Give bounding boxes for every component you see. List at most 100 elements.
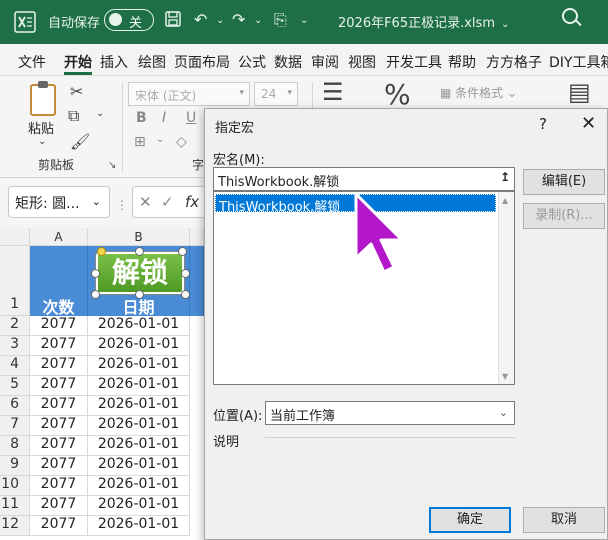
bold-icon[interactable]: B bbox=[136, 110, 147, 126]
conditional-format-button[interactable]: ▦ 条件格式 ⌄ bbox=[440, 84, 517, 101]
row-header[interactable]: 8 bbox=[0, 436, 30, 456]
resize-handle[interactable] bbox=[181, 290, 190, 299]
tab-diy-toolbox[interactable]: DIY工具箱 bbox=[549, 52, 608, 72]
save-icon[interactable] bbox=[164, 10, 182, 28]
cell-date[interactable]: 2026-01-01 bbox=[88, 496, 190, 516]
column-header-b[interactable]: B bbox=[88, 228, 190, 246]
cell-date[interactable]: 2026-01-01 bbox=[88, 356, 190, 376]
customize-qat-icon[interactable]: ⌄ bbox=[300, 15, 308, 26]
cut-icon[interactable]: ✂ bbox=[70, 82, 83, 101]
undo-icon[interactable]: ↶ bbox=[194, 10, 207, 29]
row-header[interactable]: 7 bbox=[0, 416, 30, 436]
align-icon[interactable]: ☰ bbox=[322, 78, 344, 106]
tab-developer[interactable]: 开发工具 bbox=[386, 52, 442, 72]
cell-date[interactable]: 2026-01-01 bbox=[88, 316, 190, 336]
header-cell-c[interactable] bbox=[190, 246, 204, 316]
font-size-select[interactable]: 24 ▾ bbox=[254, 82, 298, 106]
cell-date[interactable]: 2026-01-01 bbox=[88, 436, 190, 456]
tab-help[interactable]: 帮助 bbox=[448, 52, 476, 72]
cancel-button[interactable]: 取消 bbox=[523, 507, 605, 533]
resize-handle[interactable] bbox=[91, 269, 100, 278]
percent-icon[interactable]: % bbox=[384, 78, 411, 111]
tab-file[interactable]: 文件 bbox=[18, 52, 46, 72]
fill-color-icon[interactable]: ◇ bbox=[176, 134, 187, 150]
dialog-launcher-icon[interactable]: ↘ bbox=[108, 160, 116, 171]
tab-data[interactable]: 数据 bbox=[274, 52, 302, 72]
autosave-toggle[interactable]: 关 bbox=[104, 9, 154, 31]
row-header[interactable]: 12 bbox=[0, 516, 30, 536]
cell-count[interactable]: 2077 bbox=[30, 336, 88, 356]
row-header[interactable]: 4 bbox=[0, 356, 30, 376]
cell-count[interactable]: 2077 bbox=[30, 516, 88, 536]
border-icon[interactable]: ⊞ bbox=[134, 134, 146, 150]
copy-dropdown-icon[interactable]: ⌄ bbox=[96, 108, 104, 119]
cell-count[interactable]: 2077 bbox=[30, 416, 88, 436]
cancel-icon[interactable]: ✕ bbox=[139, 193, 152, 211]
resize-handle[interactable] bbox=[181, 269, 190, 278]
cell-count[interactable]: 2077 bbox=[30, 356, 88, 376]
rotate-handle[interactable] bbox=[97, 247, 106, 256]
scrollbar[interactable]: ▲ ▼ bbox=[498, 192, 514, 384]
italic-icon[interactable]: I bbox=[162, 110, 166, 126]
copy-icon[interactable]: ⧉ bbox=[68, 106, 79, 126]
unlock-shape-button[interactable]: 解锁 bbox=[96, 252, 184, 294]
row-header[interactable]: 6 bbox=[0, 396, 30, 416]
cell-count[interactable]: 2077 bbox=[30, 396, 88, 416]
tab-review[interactable]: 审阅 bbox=[311, 52, 339, 72]
paste-button[interactable]: 粘贴 bbox=[28, 118, 54, 137]
location-select[interactable]: 当前工作簿 ⌄ bbox=[265, 401, 515, 425]
row-header[interactable]: 2 bbox=[0, 316, 30, 336]
ok-button[interactable]: 确定 bbox=[429, 507, 511, 533]
collapse-arrow-icon[interactable]: ↥ bbox=[500, 170, 510, 184]
redo-icon[interactable]: ↷ bbox=[232, 10, 245, 29]
touch-mode-icon[interactable]: ⎘ bbox=[274, 10, 287, 30]
select-all-corner[interactable] bbox=[0, 228, 30, 246]
cell-date[interactable]: 2026-01-01 bbox=[88, 396, 190, 416]
underline-icon[interactable]: U bbox=[186, 110, 196, 126]
record-button[interactable]: 录制(R)... bbox=[523, 203, 605, 229]
row-header[interactable]: 10 bbox=[0, 476, 30, 496]
cell-count[interactable]: 2077 bbox=[30, 436, 88, 456]
tab-draw[interactable]: 绘图 bbox=[138, 52, 166, 72]
cell-date[interactable]: 2026-01-01 bbox=[88, 416, 190, 436]
font-name-select[interactable]: 宋体 (正文) ▾ bbox=[128, 82, 250, 106]
row-header[interactable]: 9 bbox=[0, 456, 30, 476]
tab-view[interactable]: 视图 bbox=[348, 52, 376, 72]
cell-count[interactable]: 2077 bbox=[30, 456, 88, 476]
file-name[interactable]: 2026年F65正极记录.xlsm ⌄ bbox=[338, 12, 509, 31]
column-header-c[interactable] bbox=[190, 228, 204, 246]
resize-handle[interactable] bbox=[178, 247, 187, 256]
search-icon[interactable] bbox=[562, 8, 578, 24]
resize-handle[interactable] bbox=[91, 290, 100, 299]
cell-date[interactable]: 2026-01-01 bbox=[88, 516, 190, 536]
scroll-up-icon[interactable]: ▲ bbox=[502, 196, 508, 205]
chevron-down-icon[interactable]: ⌄ bbox=[38, 136, 46, 147]
column-header-a[interactable]: A bbox=[30, 228, 88, 246]
row-header[interactable]: 5 bbox=[0, 376, 30, 396]
tab-home[interactable]: 开始 bbox=[64, 52, 92, 75]
format-painter-icon[interactable]: 🖌 bbox=[70, 132, 90, 151]
cell-count[interactable]: 2077 bbox=[30, 496, 88, 516]
enter-icon[interactable]: ✓ bbox=[161, 193, 174, 211]
cell-count[interactable]: 2077 bbox=[30, 316, 88, 336]
help-icon[interactable]: ? bbox=[539, 115, 547, 133]
insert-function-icon[interactable]: fx bbox=[185, 193, 199, 211]
tab-page-layout[interactable]: 页面布局 bbox=[174, 52, 230, 72]
cell-count[interactable]: 2077 bbox=[30, 476, 88, 496]
row-header[interactable]: 11 bbox=[0, 496, 30, 516]
resize-handle[interactable] bbox=[135, 290, 144, 299]
cell-count[interactable]: 2077 bbox=[30, 376, 88, 396]
tab-formulas[interactable]: 公式 bbox=[238, 52, 266, 72]
border-dropdown-icon[interactable]: ⌄ bbox=[156, 134, 164, 145]
cell-date[interactable]: 2026-01-01 bbox=[88, 376, 190, 396]
redo-dropdown-icon[interactable]: ⌄ bbox=[254, 15, 262, 26]
edit-button[interactable]: 编辑(E) bbox=[523, 169, 605, 195]
cell-date[interactable]: 2026-01-01 bbox=[88, 476, 190, 496]
paste-icon[interactable] bbox=[30, 81, 56, 116]
tab-insert[interactable]: 插入 bbox=[100, 52, 128, 72]
row-header-1[interactable]: 1 bbox=[0, 246, 30, 316]
cell-date[interactable]: 2026-01-01 bbox=[88, 336, 190, 356]
cells-icon[interactable]: ▤ bbox=[568, 78, 591, 106]
undo-dropdown-icon[interactable]: ⌄ bbox=[216, 15, 224, 26]
close-icon[interactable]: ✕ bbox=[581, 113, 596, 134]
